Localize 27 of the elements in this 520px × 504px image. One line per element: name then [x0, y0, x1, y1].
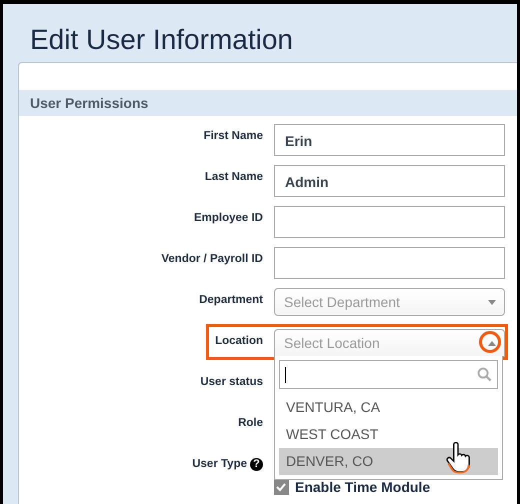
dropdown-option[interactable]: VENTURA, CA: [279, 394, 498, 421]
checkbox[interactable]: [274, 480, 289, 494]
field-label: Last Name: [204, 171, 263, 183]
input-field[interactable]: Admin: [274, 165, 505, 197]
hand-cursor-icon: [445, 442, 471, 474]
field-label: User Type: [192, 458, 247, 470]
dropdown-option[interactable]: WEST COAST: [279, 421, 498, 448]
input-field[interactable]: [274, 206, 505, 238]
field-label: First Name: [204, 130, 263, 142]
help-icon[interactable]: ?: [250, 458, 263, 471]
caret-icon: [488, 340, 496, 346]
page-title: Edit User Information: [30, 24, 294, 57]
field-label: Vendor / Payroll ID: [161, 253, 263, 265]
search-icon: [477, 367, 492, 382]
input-field[interactable]: Erin: [274, 124, 505, 156]
field-label: Employee ID: [194, 212, 263, 224]
checkbox-label: Enable Time Module: [295, 479, 430, 495]
input-field[interactable]: [274, 247, 505, 279]
field-label: Location: [215, 335, 263, 347]
highlight-circle: [479, 331, 501, 353]
field-label: Role: [238, 417, 263, 429]
section-header: User Permissions: [19, 90, 517, 116]
caret-icon: [488, 300, 496, 304]
dropdown-option[interactable]: DENVER, CO: [279, 448, 498, 475]
field-label: Department: [199, 294, 263, 306]
search-field[interactable]: [279, 360, 498, 389]
field-label: User status: [200, 376, 263, 388]
